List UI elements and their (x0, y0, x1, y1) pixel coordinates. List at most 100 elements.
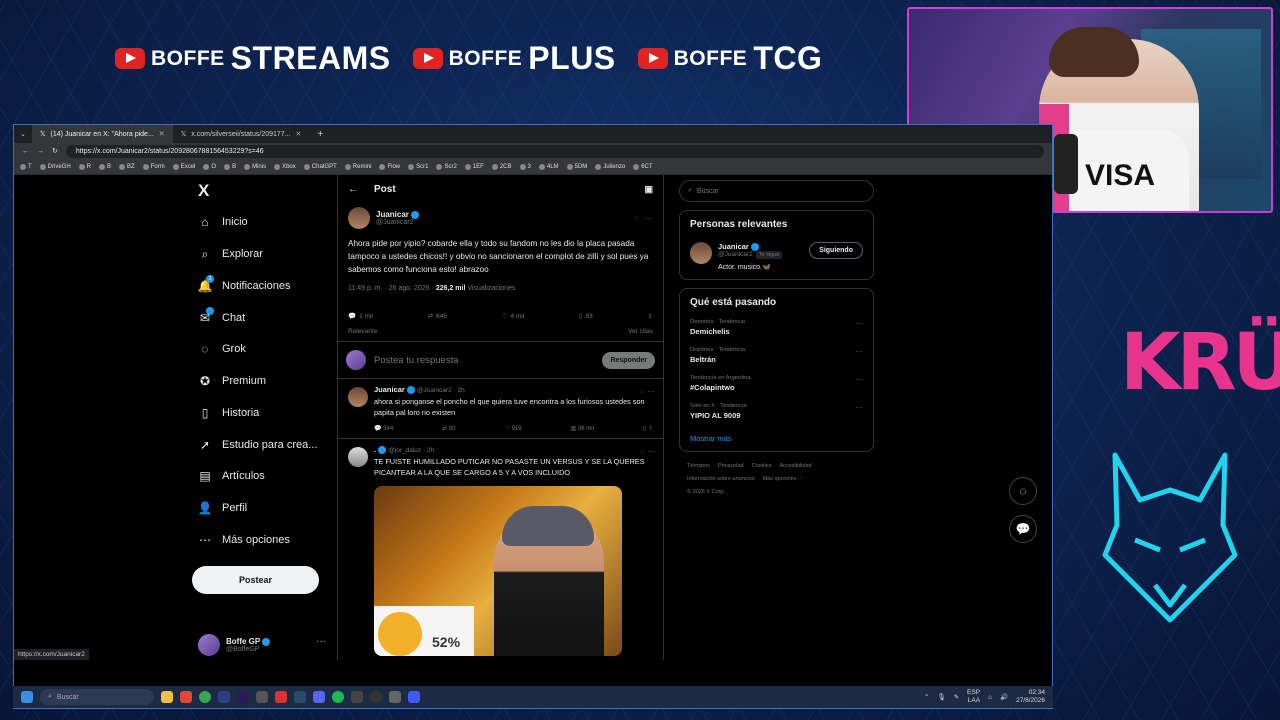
tab-inactive[interactable]: 𝕏 x.com/silverseii/status/209177... ✕ (173, 125, 310, 143)
obs-icon[interactable] (370, 691, 382, 703)
network-icon[interactable]: ⌂ (988, 694, 992, 701)
show-more-link[interactable]: Mostrar más (690, 434, 863, 443)
footer-link[interactable]: Accesibilidad (779, 463, 811, 469)
trend-item[interactable]: Deportes · Tendencia Demichelis ··· (690, 319, 863, 336)
account-switcher[interactable]: Boffe GP @BoffeGP ··· (198, 634, 326, 656)
trend-item[interactable]: Solo en X · Tendencia YIPIO AL 9009 ··· (690, 403, 863, 420)
app-icon[interactable] (351, 691, 363, 703)
bookmark-item[interactable]: ChatGPT (303, 163, 337, 170)
windows-start-icon[interactable] (21, 691, 33, 703)
more-icon[interactable]: ◌ ··· (640, 447, 655, 456)
discord-icon[interactable] (313, 691, 325, 703)
bookmark-item[interactable]: DriveGH (39, 163, 71, 170)
following-button[interactable]: Siguiendo (809, 242, 863, 259)
clock[interactable]: 02:34 27/8/2026 (1016, 689, 1045, 705)
share-icon[interactable]: ⇪ (648, 312, 653, 320)
bookmark-item[interactable]: Flow (379, 163, 400, 170)
author-name[interactable]: Juanicar (376, 210, 409, 219)
bookmark-item[interactable]: Minis (244, 163, 266, 170)
folder-icon[interactable] (161, 691, 173, 703)
steam-icon[interactable] (294, 691, 306, 703)
footer-link[interactable]: Información sobre anuncios (687, 476, 755, 482)
avatar[interactable] (348, 447, 368, 468)
more-icon[interactable]: ··· (855, 403, 863, 420)
close-icon[interactable]: ✕ (296, 130, 302, 138)
post-button[interactable]: Postear (192, 566, 319, 594)
reader-icon[interactable]: ▣ (644, 184, 653, 195)
more-icon[interactable]: ··· (855, 319, 863, 336)
sort-dropdown[interactable]: Relevante (348, 328, 377, 335)
bookmark-item[interactable]: Scr1 (408, 163, 428, 170)
footer-link[interactable]: © 2026 X Corp. (687, 489, 725, 495)
more-icon[interactable]: ··· (855, 375, 863, 392)
like-button[interactable]: ♡ 919 (505, 425, 522, 432)
bookmark-item[interactable]: 6CT (633, 163, 653, 170)
bookmark-button[interactable]: ▯ 93 (579, 312, 593, 321)
close-icon[interactable]: ✕ (159, 130, 165, 138)
reply-tweet[interactable]: ◌ ··· . @jor_daluz · 2h TE FUISTE HUMILL… (338, 439, 663, 660)
person-name[interactable]: Juanicar (718, 242, 749, 251)
premiere-icon[interactable] (237, 691, 249, 703)
avatar[interactable] (690, 242, 712, 264)
like-button[interactable]: ♡ 4 mil (502, 312, 525, 321)
reply-submit-button[interactable]: Responder (602, 351, 655, 369)
bookmark-item[interactable]: Julienzo (595, 163, 625, 170)
bookmark-item[interactable]: Scr2 (436, 163, 457, 170)
app-icon[interactable] (256, 691, 268, 703)
reload-icon[interactable]: ↻ (52, 147, 58, 155)
repost-button[interactable]: ⇄ 80 (442, 425, 455, 432)
x-logo-icon[interactable]: X (198, 181, 209, 201)
bookmark-item[interactable]: Remini (344, 163, 371, 170)
messages-icon[interactable]: 💬 (1009, 515, 1037, 543)
bookmark-item[interactable]: 4LM (538, 163, 559, 170)
author-name[interactable]: Juanicar (374, 385, 405, 394)
avatar[interactable] (348, 207, 370, 229)
grok-icon[interactable]: ◌ (1009, 477, 1037, 505)
volume-icon[interactable]: 🔊 (1000, 693, 1008, 701)
bookmark-item[interactable]: BZ (119, 163, 135, 170)
forward-icon[interactable]: → (37, 148, 44, 155)
repost-button[interactable]: ⇄ 846 (428, 312, 447, 321)
author-handle[interactable]: @jor_daluz · 2h (388, 447, 434, 454)
nav-item-chat[interactable]: ✉ Chat (198, 307, 245, 325)
bookmark-item[interactable]: 2CB (491, 163, 512, 170)
search-input[interactable]: ⌕ Buscar (679, 180, 874, 202)
nav-item-premium[interactable]: ✪ Premium (198, 374, 266, 388)
footer-link[interactable]: Cookies (752, 463, 772, 469)
view-quotes-link[interactable]: Ver citas (628, 328, 653, 335)
bookmark-item[interactable]: B (224, 163, 236, 170)
tweet-image[interactable]: 52% (374, 486, 622, 657)
nav-item-estudio-para-crea[interactable]: ➚ Estudio para crea... (198, 438, 317, 452)
chrome-icon[interactable] (199, 691, 211, 703)
nav-item-grok[interactable]: ◌ Grok (198, 342, 245, 356)
app-icon[interactable] (180, 691, 192, 703)
nav-item-inicio[interactable]: ⌂ Inicio (198, 215, 247, 229)
author-handle[interactable]: @Juanicar2 (376, 219, 419, 226)
reply-input[interactable]: Postea tu respuesta (374, 355, 594, 366)
app-icon[interactable] (275, 691, 287, 703)
photoshop-icon[interactable] (218, 691, 230, 703)
bookmark-item[interactable]: Excel (172, 163, 195, 170)
bookmark-item[interactable]: 3 (519, 163, 531, 170)
bookmark-item[interactable]: Form (142, 163, 165, 170)
views-button[interactable]: ▥ 36 mil (571, 425, 594, 432)
trend-item[interactable]: Deportes · Tendencia Beltrán ··· (690, 347, 863, 364)
footer-link[interactable]: Más opciones ··· (763, 476, 804, 482)
new-tab-button[interactable]: + (309, 129, 331, 140)
nav-item-artículos[interactable]: ▤ Artículos (198, 469, 264, 483)
tab-active[interactable]: 𝕏 (14) Juanicar en X: "Ahora pide... ✕ (31, 125, 173, 143)
more-icon[interactable]: ··· (855, 347, 863, 364)
app-icon[interactable] (389, 691, 401, 703)
pen-icon[interactable]: ✎ (954, 693, 959, 701)
taskbar-search[interactable]: ⌕ Buscar (40, 689, 154, 705)
nav-item-explorar[interactable]: ⌕ Explorar (198, 247, 263, 261)
app-icon[interactable] (408, 691, 420, 703)
reply-button[interactable]: 💬 1 mil (348, 312, 373, 321)
author-handle[interactable]: @Juanicar2 · 2h (417, 387, 465, 394)
tab-list-icon[interactable]: ⌄ (14, 130, 32, 138)
bookmark-item[interactable]: R (78, 163, 91, 170)
more-icon[interactable]: ··· (645, 214, 653, 223)
relevant-person[interactable]: Juanicar @Juanicar2 Te sigue Actor. music… (690, 242, 863, 271)
back-icon[interactable]: ← (22, 148, 29, 155)
bookmark-item[interactable]: B (99, 163, 111, 170)
